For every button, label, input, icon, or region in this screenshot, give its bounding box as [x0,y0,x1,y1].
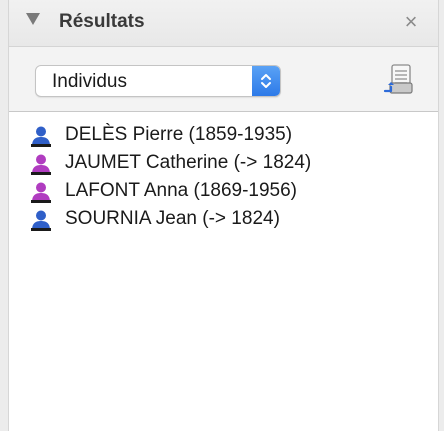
female-person-icon [31,181,51,203]
panel-header[interactable]: Résultats × [9,0,438,47]
list-item[interactable]: JAUMET Catherine (-> 1824) [9,150,438,178]
female-person-icon [31,153,51,175]
panel-title: Résultats [59,11,145,32]
left-divider [0,0,9,431]
type-select[interactable]: Individus [35,65,281,97]
list-item[interactable]: LAFONT Anna (1869-1956) [9,178,438,206]
collapse-triangle-icon[interactable] [26,13,40,25]
list-item-label: DELÈS Pierre (1859-1935) [65,124,293,145]
list-item-label: LAFONT Anna (1869-1956) [65,180,298,201]
list-item-label: SOURNIA Jean (-> 1824) [65,208,280,229]
type-select-value: Individus [52,71,127,92]
list-item[interactable]: SOURNIA Jean (-> 1824) [9,206,438,234]
male-person-icon [31,209,51,231]
list-item-label: JAUMET Catherine (-> 1824) [65,152,312,173]
results-window: Résultats × Individus DELÈS Pierre (1859… [0,0,444,431]
male-person-icon [31,125,51,147]
chevron-updown-icon[interactable] [252,66,280,96]
results-panel: Résultats × Individus DELÈS Pierre (1859… [9,0,438,431]
export-list-icon[interactable] [381,61,417,97]
right-divider [438,0,444,431]
close-icon[interactable]: × [397,8,425,36]
results-list: DELÈS Pierre (1859-1935) JAUMET Catherine… [9,112,438,431]
list-item[interactable]: DELÈS Pierre (1859-1935) [9,122,438,150]
results-toolbar: Individus [9,47,438,112]
